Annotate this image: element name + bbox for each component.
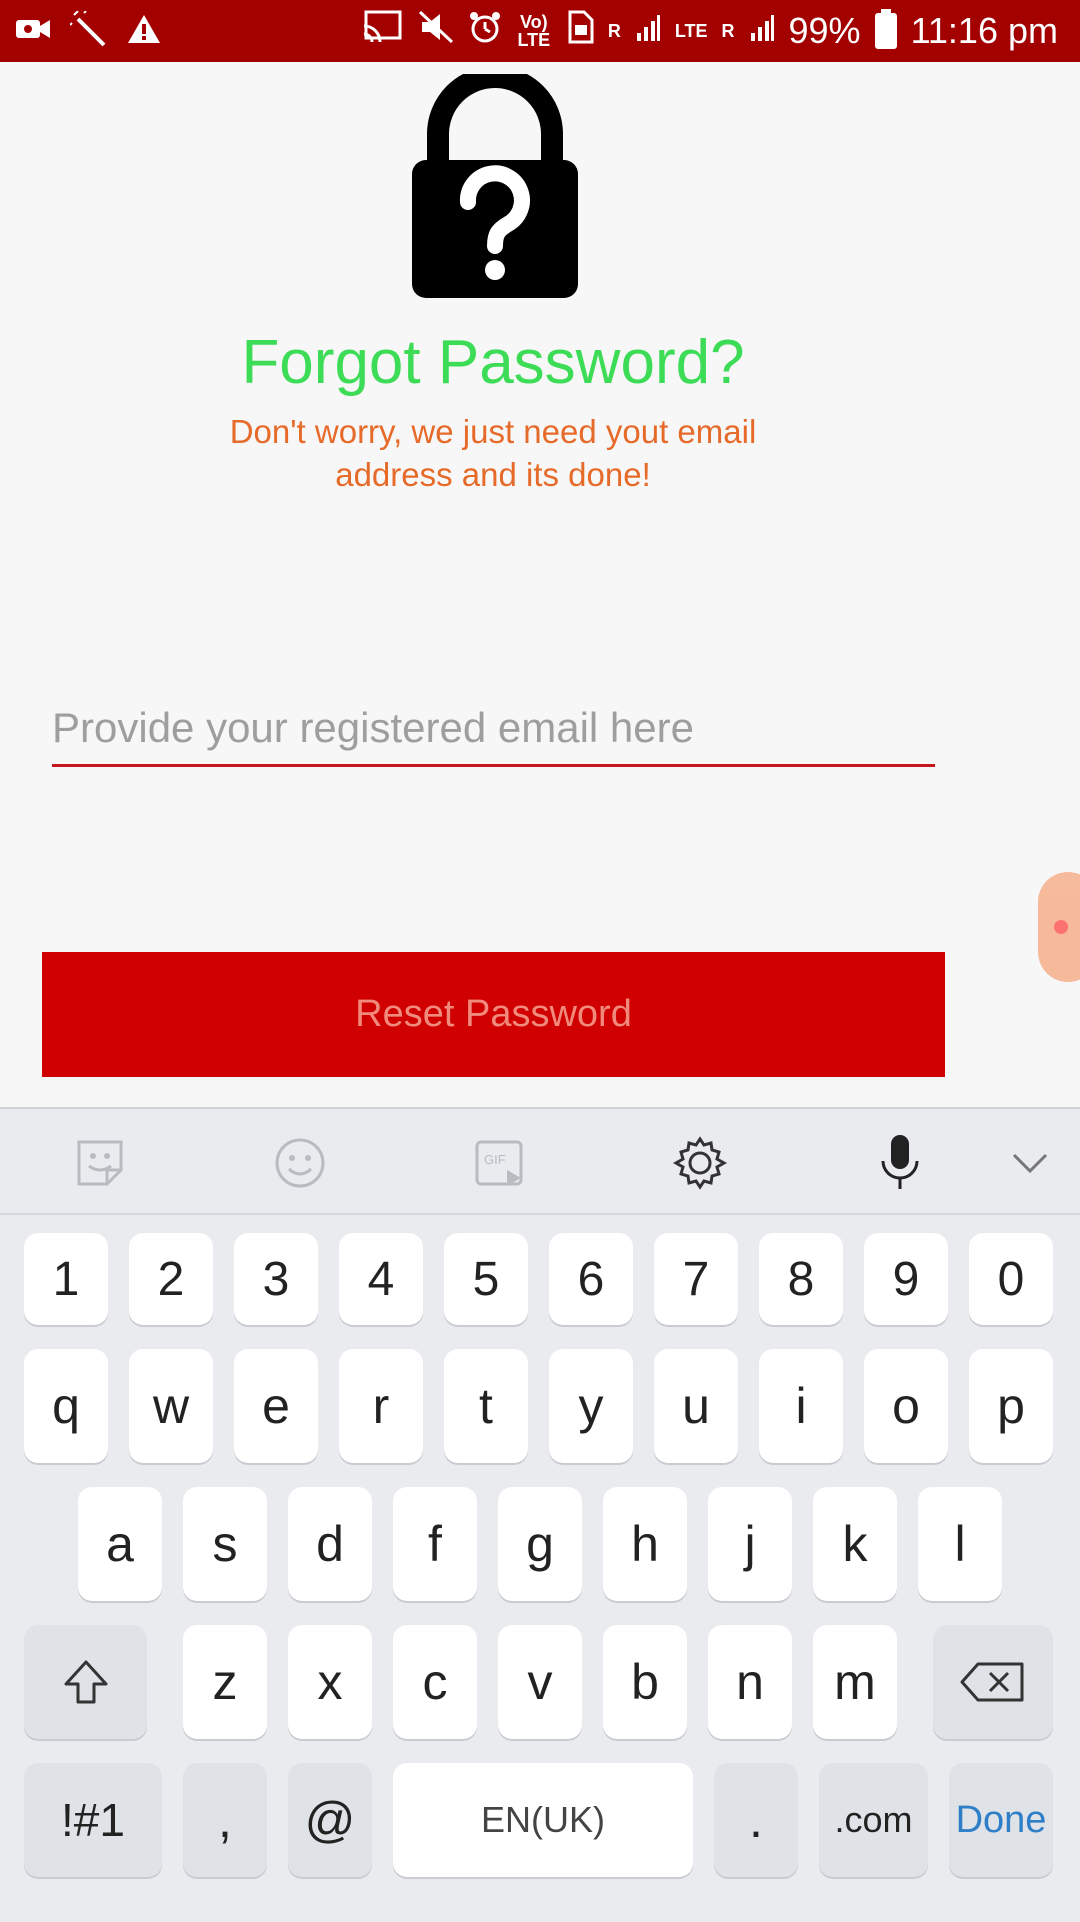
dotcom-key[interactable]: .com [819,1763,928,1877]
key-a[interactable]: a [78,1487,162,1601]
key-l[interactable]: l [918,1487,1002,1601]
video-camera-icon [14,14,52,49]
gif-icon[interactable]: GIF [470,1133,530,1193]
key-q[interactable]: q [24,1349,108,1463]
shift-arrow-icon [60,1656,112,1708]
key-t[interactable]: t [444,1349,528,1463]
forgot-password-screen: Forgot Password? Don't worry, we just ne… [0,62,1080,1107]
battery-icon [874,9,897,49]
key-n[interactable]: n [708,1625,792,1739]
warning-icon [126,13,162,50]
volte-indicator: Vo) LTE [517,12,551,50]
sticker-icon[interactable] [70,1133,130,1193]
symbols-key[interactable]: !#1 [24,1763,162,1877]
clock: 11:16 pm [910,10,1058,51]
key-v[interactable]: v [498,1625,582,1739]
key-x[interactable]: x [288,1625,372,1739]
key-4[interactable]: 4 [339,1233,423,1325]
key-i[interactable]: i [759,1349,843,1463]
key-h[interactable]: h [603,1487,687,1601]
page-title: Forgot Password? [241,328,745,397]
cast-icon [362,10,404,53]
key-o[interactable]: o [864,1349,948,1463]
status-bar: Vo) LTE R LTE R 99% 11:16 pm [0,0,1080,62]
key-0[interactable]: 0 [969,1233,1053,1325]
roaming-indicator-1: R [607,21,621,41]
key-c[interactable]: c [393,1625,477,1739]
key-m[interactable]: m [813,1625,897,1739]
emoji-icon[interactable] [270,1133,330,1193]
key-b[interactable]: b [603,1625,687,1739]
key-1[interactable]: 1 [24,1233,108,1325]
key-s[interactable]: s [183,1487,267,1601]
key-2[interactable]: 2 [129,1233,213,1325]
lock-question-icon [408,66,582,300]
key-w[interactable]: w [129,1349,213,1463]
key-k[interactable]: k [813,1487,897,1601]
magic-wand-icon [69,9,108,52]
backspace-key[interactable] [933,1625,1053,1739]
key-f[interactable]: f [393,1487,477,1601]
keyboard: GIF 1 2 3 4 5 6 7 8 9 0 q w e r t y u i … [0,1107,1080,1922]
battery-percent: 99% [788,10,861,51]
roaming-indicator-2: R [721,21,735,41]
key-z[interactable]: z [183,1625,267,1739]
done-key[interactable]: Done [949,1763,1053,1877]
space-key[interactable]: EN(UK) [393,1763,693,1877]
sim-icon [566,10,594,53]
key-e[interactable]: e [234,1349,318,1463]
key-8[interactable]: 8 [759,1233,843,1325]
settings-gear-icon[interactable] [670,1133,730,1193]
key-7[interactable]: 7 [654,1233,738,1325]
key-3[interactable]: 3 [234,1233,318,1325]
signal-icon-1 [635,10,661,52]
gif-label: GIF [484,1152,506,1167]
period-key[interactable]: . [714,1763,798,1877]
at-key[interactable]: @ [288,1763,372,1877]
lte-indicator: LTE [674,21,708,41]
key-p[interactable]: p [969,1349,1053,1463]
key-g[interactable]: g [498,1487,582,1601]
comma-key[interactable]: , [183,1763,267,1877]
microphone-icon[interactable] [870,1133,930,1193]
alarm-icon [468,10,502,53]
key-r[interactable]: r [339,1349,423,1463]
shift-key[interactable] [24,1625,147,1739]
mute-icon [418,10,454,53]
email-field-container [52,692,935,827]
reset-password-button[interactable]: Reset Password [42,952,945,1077]
email-input[interactable] [52,692,935,767]
floating-bubble[interactable] [1038,872,1080,982]
chevron-down-icon[interactable] [1000,1133,1060,1193]
key-y[interactable]: y [549,1349,633,1463]
key-j[interactable]: j [708,1487,792,1601]
key-9[interactable]: 9 [864,1233,948,1325]
backspace-icon [960,1662,1026,1702]
key-d[interactable]: d [288,1487,372,1601]
page-subtitle: Don't worry, we just need yout email add… [229,413,757,493]
key-5[interactable]: 5 [444,1233,528,1325]
keyboard-toolbar: GIF [0,1109,1080,1215]
key-u[interactable]: u [654,1349,738,1463]
signal-icon-2 [749,10,775,52]
key-6[interactable]: 6 [549,1233,633,1325]
